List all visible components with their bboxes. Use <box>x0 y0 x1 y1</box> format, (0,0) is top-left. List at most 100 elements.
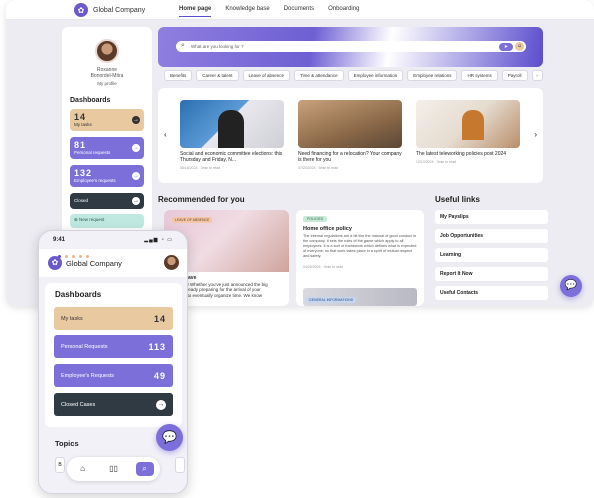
card-count: 49 <box>153 370 166 381</box>
home-icon[interactable]: ⌂ <box>74 462 92 476</box>
chip-hr-systems[interactable]: HR systems <box>461 70 498 81</box>
profile-name: Roxanne Bonordel-Mitra <box>62 67 152 79</box>
employee-requests-label: Employee's requests <box>74 178 116 183</box>
article-meta: 12/13/2024 · 3min to read <box>416 160 457 164</box>
link-job-opportunities[interactable]: Job Opportunities <box>435 229 548 243</box>
pagination-dots <box>58 255 89 258</box>
search-icon[interactable]: ⌕ <box>135 462 154 476</box>
article-title: Social and economic committee elections:… <box>180 151 283 163</box>
chip-payroll[interactable]: Payroll <box>501 70 528 81</box>
avatar[interactable] <box>95 39 119 63</box>
article-card[interactable]: The latest teleworking policies post 202… <box>416 100 520 164</box>
card-label: Personal Requests <box>61 343 108 350</box>
chevron-right-icon[interactable]: › <box>531 70 543 81</box>
company-logo-icon: ✿ <box>48 256 62 270</box>
recommended-card[interactable]: POLICIES Home office policy The internal… <box>296 210 424 306</box>
avatar[interactable] <box>164 255 179 270</box>
article-title: Need financing for a relocation? Your co… <box>298 151 402 163</box>
link-payslips[interactable]: My Payslips <box>435 210 548 224</box>
caption-line: how to eventually organize time. We know <box>178 292 262 298</box>
signal-battery-icon: ▂▄▆ ◔ ▭ <box>144 237 173 243</box>
link-learning[interactable]: Learning <box>435 248 548 262</box>
mobile-my-tasks-card[interactable]: My tasks 14 <box>54 307 173 330</box>
employee-requests-card[interactable]: 132 Employee's requests → <box>70 165 144 187</box>
recommended-title: Recommended for you <box>158 195 245 204</box>
chip-employee-info[interactable]: Employee information <box>347 70 404 81</box>
company-logo-icon: ✿ <box>74 3 88 17</box>
closed-card[interactable]: Closed → <box>70 193 144 209</box>
book-icon[interactable]: ▯▯ <box>105 462 123 476</box>
dashboards-title: Dashboards <box>70 97 111 104</box>
leave-tag: LEAVE OF ABSENCE <box>172 217 213 223</box>
chat-icon[interactable]: 💬 <box>156 424 183 451</box>
search-input[interactable]: What are you looking for ? <box>191 44 244 49</box>
card-count: 14 <box>153 313 166 324</box>
mobile-closed-cases-card[interactable]: Closed Cases → <box>54 393 173 416</box>
article-image <box>416 100 520 148</box>
pagination-dot[interactable] <box>72 255 75 258</box>
mobile-dashboards-title: Dashboards <box>55 290 102 299</box>
arrow-right-icon: → <box>132 144 140 152</box>
link-useful-contacts[interactable]: Useful Contacts <box>435 286 548 300</box>
new-request-button[interactable]: ⊕ New request <box>70 214 144 228</box>
employee-requests-count: 132 <box>74 168 93 178</box>
chip-benefits[interactable]: Benefits <box>164 70 193 81</box>
arrow-right-icon: → <box>132 197 140 205</box>
chip-leave[interactable]: Leave of absence <box>242 70 291 81</box>
chip-time[interactable]: Time & attendance <box>294 70 344 81</box>
assistant-icon[interactable]: ☺ <box>515 42 524 51</box>
mobile-employee-requests-card[interactable]: Employee's Requests 49 <box>54 364 173 387</box>
chat-icon[interactable]: 💬 <box>560 275 582 297</box>
pagination-dot[interactable] <box>86 255 89 258</box>
mobile-dashboards-panel: Dashboards My tasks 14 Personal Requests… <box>45 283 182 427</box>
article-meta: 08/16/2024 · 3min to read <box>180 166 221 170</box>
status-time: 9:41 <box>53 237 66 243</box>
top-navbar: ✿ Global Company Home page Knowledge bas… <box>6 0 594 20</box>
profile-last-name: Bonordel-Mitra <box>90 73 124 79</box>
nav-onboarding[interactable]: Onboarding <box>328 6 359 17</box>
mobile-brand: Global Company <box>66 259 122 268</box>
recommended-body: The internal regulations are a bit like … <box>303 234 417 258</box>
nav-home[interactable]: Home page <box>179 6 212 17</box>
article-card[interactable]: Social and economic committee elections:… <box>180 100 284 170</box>
chevron-right-icon[interactable]: › <box>534 130 537 139</box>
mobile-phone: 9:41 ▂▄▆ ◔ ▭ ✿ Global Company Dashboards… <box>38 230 188 494</box>
nav-knowledge-base[interactable]: Knowledge base <box>225 6 269 17</box>
topics-title: Topics <box>55 439 79 448</box>
brand[interactable]: ✿ Global Company <box>74 3 145 17</box>
my-profile-link[interactable]: My profile <box>62 81 152 86</box>
card-label: My tasks <box>61 315 83 322</box>
topic-chip[interactable]: B <box>55 457 65 473</box>
arrow-right-icon: → <box>132 116 140 124</box>
general-info-tag: GENERAL INFORMATIONS <box>306 297 357 303</box>
personal-requests-card[interactable]: 81 Personal requests → <box>70 137 144 159</box>
my-tasks-card[interactable]: 14 My tasks → <box>70 109 144 131</box>
recommended-meta: 04/25/2024 · 3min to read <box>303 265 344 269</box>
article-card[interactable]: Need financing for a relocation? Your co… <box>298 100 402 170</box>
my-tasks-label: My tasks <box>74 122 92 127</box>
topic-chips: Benefits Career & talent Leave of absenc… <box>164 70 543 81</box>
useful-links-list: My Payslips Job Opportunities Learning R… <box>435 210 548 305</box>
search-bar[interactable]: ⌕ What are you looking for ? ➤ ☺ <box>176 41 526 52</box>
topic-chip[interactable] <box>175 457 185 473</box>
chip-career[interactable]: Career & talent <box>196 70 239 81</box>
send-icon[interactable]: ➤ <box>499 42 513 51</box>
caption-line: re already preparing for the arrival of … <box>178 287 261 292</box>
mobile-header: ✿ Global Company <box>39 249 187 277</box>
chip-employee-relations[interactable]: Employee relations <box>407 70 458 81</box>
search-icon: ⌕ <box>181 42 185 49</box>
nav-documents[interactable]: Documents <box>284 6 314 17</box>
pagination-dot[interactable] <box>58 255 61 258</box>
link-report[interactable]: Report It Now <box>435 267 548 281</box>
mobile-personal-requests-card[interactable]: Personal Requests 113 <box>54 335 173 358</box>
personal-requests-count: 81 <box>74 140 87 150</box>
general-info-card[interactable]: GENERAL INFORMATIONS <box>303 288 417 306</box>
recommended-caption: y Leave ious ! Whether you've just annou… <box>178 275 268 298</box>
closed-label: Closed <box>74 198 89 203</box>
policies-tag: POLICIES <box>303 216 328 222</box>
pagination-dot[interactable] <box>65 255 68 258</box>
article-title: The latest teleworking policies post 202… <box>416 151 507 157</box>
pagination-dot[interactable] <box>79 255 82 258</box>
my-tasks-count: 14 <box>74 112 87 122</box>
chevron-left-icon[interactable]: ‹ <box>164 130 167 139</box>
